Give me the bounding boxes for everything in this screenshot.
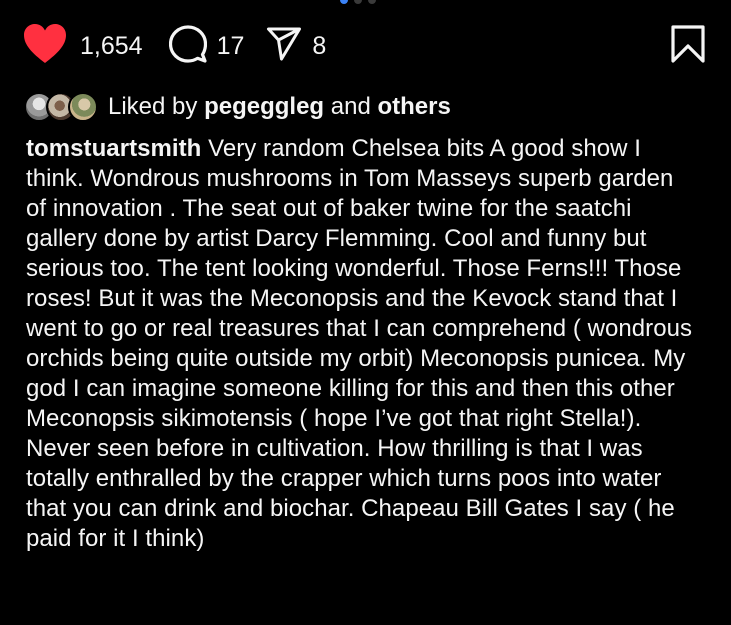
liked-by-prefix: Liked by bbox=[108, 93, 205, 120]
paper-plane-icon[interactable] bbox=[266, 26, 302, 67]
share-button[interactable]: 8 bbox=[266, 26, 326, 67]
comment-button[interactable]: 17 bbox=[168, 24, 245, 68]
carousel-dot bbox=[354, 0, 362, 4]
carousel-dot-active bbox=[340, 0, 348, 4]
caption-text: Very random Chelsea bits A good show I t… bbox=[26, 135, 693, 552]
carousel-dot bbox=[368, 0, 376, 4]
comment-count[interactable]: 17 bbox=[217, 32, 245, 61]
share-count[interactable]: 8 bbox=[312, 32, 326, 61]
save-button[interactable] bbox=[671, 24, 705, 68]
post-caption: tomstuartsmith Very random Chelsea bits … bbox=[26, 134, 698, 554]
liked-by-user-link[interactable]: pegeggleg bbox=[204, 93, 324, 120]
liked-by-row[interactable]: Liked by pegeggleg and others bbox=[24, 92, 451, 122]
comment-bubble-icon[interactable] bbox=[168, 24, 207, 68]
heart-icon[interactable] bbox=[22, 23, 68, 70]
liked-by-avatars[interactable] bbox=[24, 92, 98, 122]
post-action-bar: 1,654 17 8 bbox=[22, 22, 705, 70]
caption-username[interactable]: tomstuartsmith bbox=[26, 135, 201, 162]
avatar[interactable] bbox=[68, 92, 98, 122]
like-count[interactable]: 1,654 bbox=[80, 32, 143, 61]
bookmark-icon[interactable] bbox=[671, 24, 705, 68]
liked-by-others-link[interactable]: others bbox=[377, 93, 450, 120]
carousel-indicator bbox=[340, 0, 376, 4]
liked-by-middle: and bbox=[324, 93, 378, 120]
liked-by-text[interactable]: Liked by pegeggleg and others bbox=[108, 93, 451, 121]
like-button[interactable]: 1,654 bbox=[22, 23, 143, 70]
